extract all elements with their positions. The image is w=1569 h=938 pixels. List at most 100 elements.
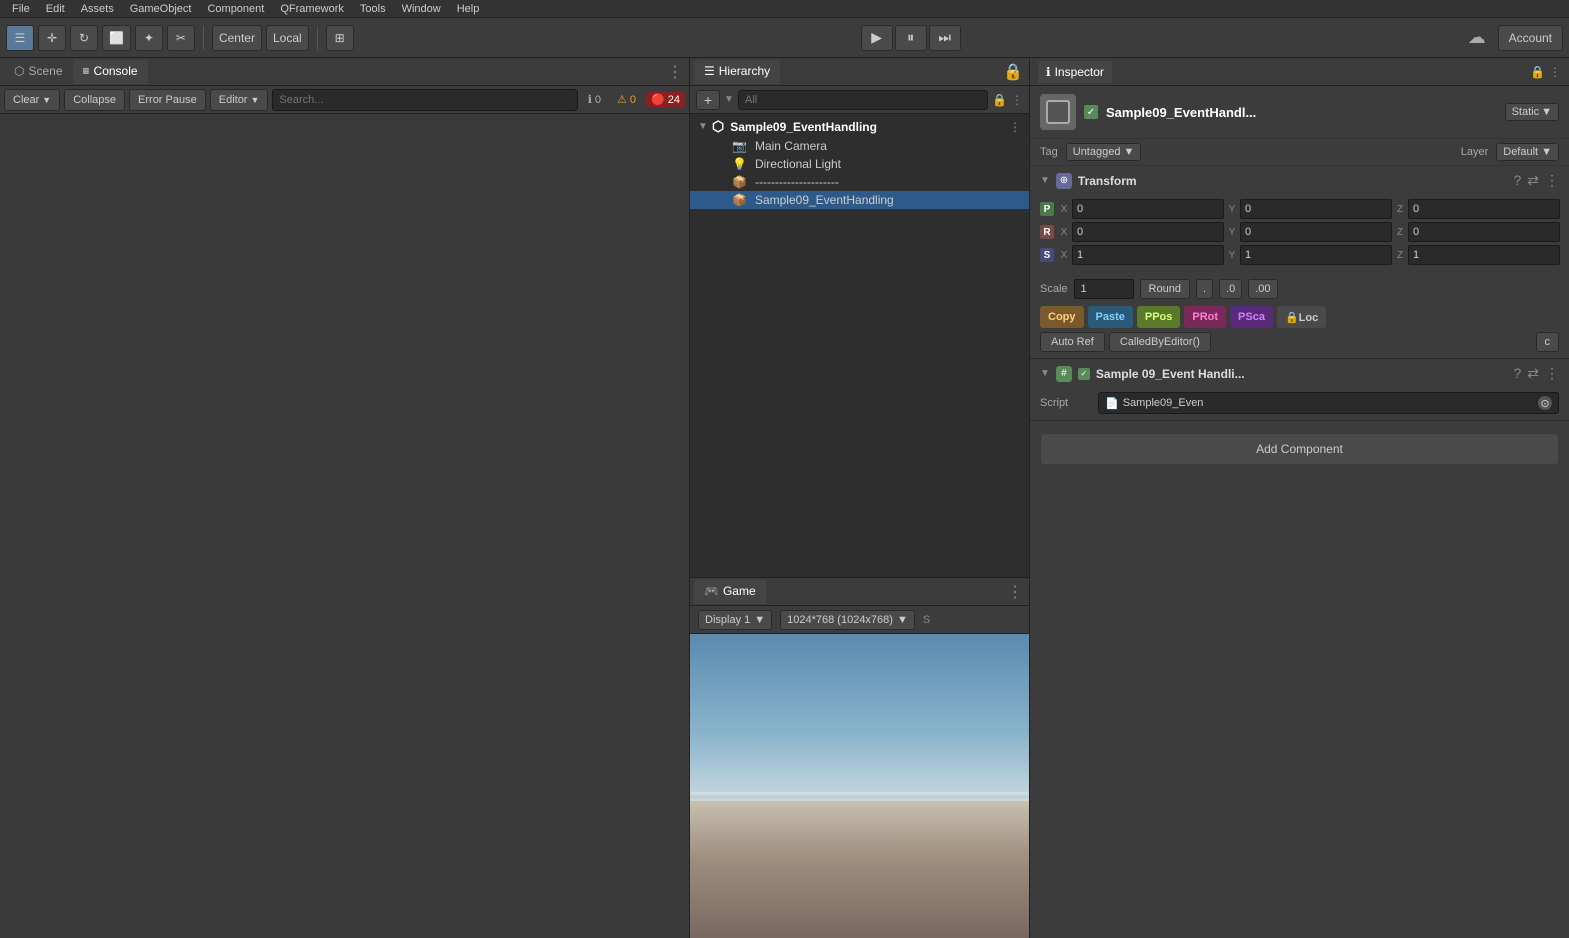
tree-main-camera[interactable]: 📷 Main Camera [690, 137, 1029, 155]
play-button[interactable]: ▶ [861, 25, 893, 51]
account-button[interactable]: Account [1498, 25, 1563, 51]
loc-button[interactable]: 🔒Loc [1277, 306, 1326, 328]
rot-x-input[interactable] [1072, 222, 1224, 242]
c-button[interactable]: c [1536, 332, 1560, 352]
hierarchy-add-button[interactable]: + [696, 90, 720, 110]
menu-tools[interactable]: Tools [352, 3, 394, 15]
warn-badge[interactable]: ⚠ 0 [611, 91, 642, 108]
editor-label: Editor [219, 94, 248, 106]
console-content [0, 114, 689, 938]
prot-button[interactable]: PRot [1184, 306, 1226, 328]
copy-button[interactable]: Copy [1040, 306, 1084, 328]
move-tool-button[interactable]: ✛ [38, 25, 66, 51]
add-component-button[interactable]: Add Component [1040, 433, 1559, 465]
transform-tool-button[interactable]: ✦ [135, 25, 163, 51]
root-options[interactable]: ⋮ [1009, 120, 1021, 134]
menu-file[interactable]: File [4, 3, 38, 15]
tab-game[interactable]: 🎮 Game [694, 580, 766, 604]
script-header[interactable]: ▼ # ✓ Sample 09_Event Handli... ? ⇄ ⋮ [1030, 359, 1569, 388]
tree-sample09[interactable]: 📦 Sample09_EventHandling [690, 191, 1029, 209]
script-active-checkbox[interactable]: ✓ [1078, 368, 1090, 380]
editor-button[interactable]: Editor ▼ [210, 89, 269, 111]
transform-settings-icon[interactable]: ⇄ [1527, 172, 1539, 189]
autoref-button[interactable]: Auto Ref [1040, 332, 1105, 352]
transform-menu-icon[interactable]: ⋮ [1545, 172, 1559, 189]
step-button[interactable]: ⏭ [929, 25, 961, 51]
transform-info-icon[interactable]: ? [1513, 172, 1521, 189]
hand-tool-button[interactable]: ☰ [6, 25, 34, 51]
calledby-button[interactable]: CalledByEditor() [1109, 332, 1211, 352]
tab-scene[interactable]: ⬡ Scene [4, 60, 73, 84]
menu-qframework[interactable]: QFramework [272, 3, 352, 15]
rotate-tool-button[interactable]: ↻ [70, 25, 98, 51]
game-sky [690, 634, 1029, 801]
zero2-button[interactable]: .00 [1248, 279, 1277, 299]
inspector-lock-icon[interactable]: 🔒 [1530, 65, 1545, 79]
inspector-options-icon[interactable]: ⋮ [1549, 65, 1561, 79]
grid-button[interactable]: ⊞ [326, 25, 354, 51]
script-circle-icon[interactable]: ⊙ [1538, 396, 1552, 410]
layer-select[interactable]: Default ▼ [1496, 143, 1559, 161]
zero1-button[interactable]: .0 [1219, 279, 1242, 299]
tab-console[interactable]: ≡ Console [73, 60, 148, 84]
menu-help[interactable]: Help [449, 3, 488, 15]
center-button[interactable]: Center [212, 25, 262, 51]
game-tab-options[interactable]: ⋮ [1007, 582, 1023, 602]
menu-window[interactable]: Window [394, 3, 449, 15]
script-settings-icon[interactable]: ⇄ [1527, 365, 1539, 382]
pos-z-input[interactable] [1408, 199, 1560, 219]
hierarchy-options-btn[interactable]: ⋮ [1011, 93, 1023, 107]
hierarchy-add-arrow[interactable]: ▼ [724, 94, 734, 105]
cloud-icon[interactable]: ☁ [1468, 27, 1486, 48]
rect-tool-button[interactable]: ⬜ [102, 25, 131, 51]
scale-value-input[interactable] [1074, 279, 1134, 299]
custom-tool-button[interactable]: ✂ [167, 25, 195, 51]
menu-assets[interactable]: Assets [73, 3, 122, 15]
sep-icon: 📦 [732, 175, 747, 189]
static-button[interactable]: Static ▼ [1505, 103, 1559, 121]
scale-x-input[interactable] [1072, 245, 1224, 265]
psca-button[interactable]: PSca [1230, 306, 1273, 328]
menu-gameobject[interactable]: GameObject [122, 3, 200, 15]
error-pause-button[interactable]: Error Pause [129, 89, 206, 111]
error-badge[interactable]: 🔴 24 [646, 92, 685, 107]
hierarchy-lock-btn[interactable]: 🔒 [992, 93, 1007, 107]
paste-button[interactable]: Paste [1088, 306, 1133, 328]
scale-y-input[interactable] [1240, 245, 1392, 265]
hierarchy-search-input[interactable] [738, 90, 988, 110]
transform-actions: ? ⇄ ⋮ [1513, 172, 1559, 189]
dot-button[interactable]: . [1196, 279, 1213, 299]
go-active-checkbox[interactable]: ✓ [1084, 105, 1098, 119]
rot-y-input[interactable] [1240, 222, 1392, 242]
hierarchy-tab-options[interactable]: ⋮ [1007, 62, 1023, 82]
pos-x-input[interactable] [1072, 199, 1224, 219]
hierarchy-content: ▼ ⬡ Sample09_EventHandling ⋮ 📷 Main Came… [690, 114, 1029, 577]
tab-hierarchy[interactable]: ☰ Hierarchy [694, 60, 780, 84]
script-menu-icon[interactable]: ⋮ [1545, 365, 1559, 382]
clear-button[interactable]: Clear ▼ [4, 89, 60, 111]
rot-x-field: X [1058, 222, 1224, 242]
scale-row: S X Y Z [1040, 245, 1559, 265]
tree-directional-light[interactable]: 💡 Directional Light [690, 155, 1029, 173]
scale-z-input[interactable] [1408, 245, 1560, 265]
collapse-button[interactable]: Collapse [64, 89, 125, 111]
local-button[interactable]: Local [266, 25, 309, 51]
pause-button[interactable]: ⏸ [895, 25, 927, 51]
script-info-icon[interactable]: ? [1513, 365, 1521, 382]
pos-y-input[interactable] [1240, 199, 1392, 219]
round-button[interactable]: Round [1140, 279, 1190, 299]
ppos-button[interactable]: PPos [1137, 306, 1181, 328]
rot-z-input[interactable] [1408, 222, 1560, 242]
script-value[interactable]: 📄 Sample09_Even ⊙ [1098, 392, 1559, 414]
display-select[interactable]: Display 1 ▼ [698, 610, 772, 630]
resolution-select[interactable]: 1024*768 (1024x768) ▼ [780, 610, 915, 630]
scene-tab-options[interactable]: ⋮ [667, 62, 683, 82]
menu-component[interactable]: Component [199, 3, 272, 15]
menu-edit[interactable]: Edit [38, 3, 73, 15]
tree-root[interactable]: ▼ ⬡ Sample09_EventHandling ⋮ [690, 116, 1029, 137]
transform-header[interactable]: ▼ ⊕ Transform ? ⇄ ⋮ [1030, 166, 1569, 195]
info-badge[interactable]: ℹ 0 [582, 91, 607, 108]
tab-inspector[interactable]: ℹ Inspector [1038, 61, 1112, 83]
tag-select[interactable]: Untagged ▼ [1066, 143, 1142, 161]
console-search-input[interactable] [272, 89, 577, 111]
